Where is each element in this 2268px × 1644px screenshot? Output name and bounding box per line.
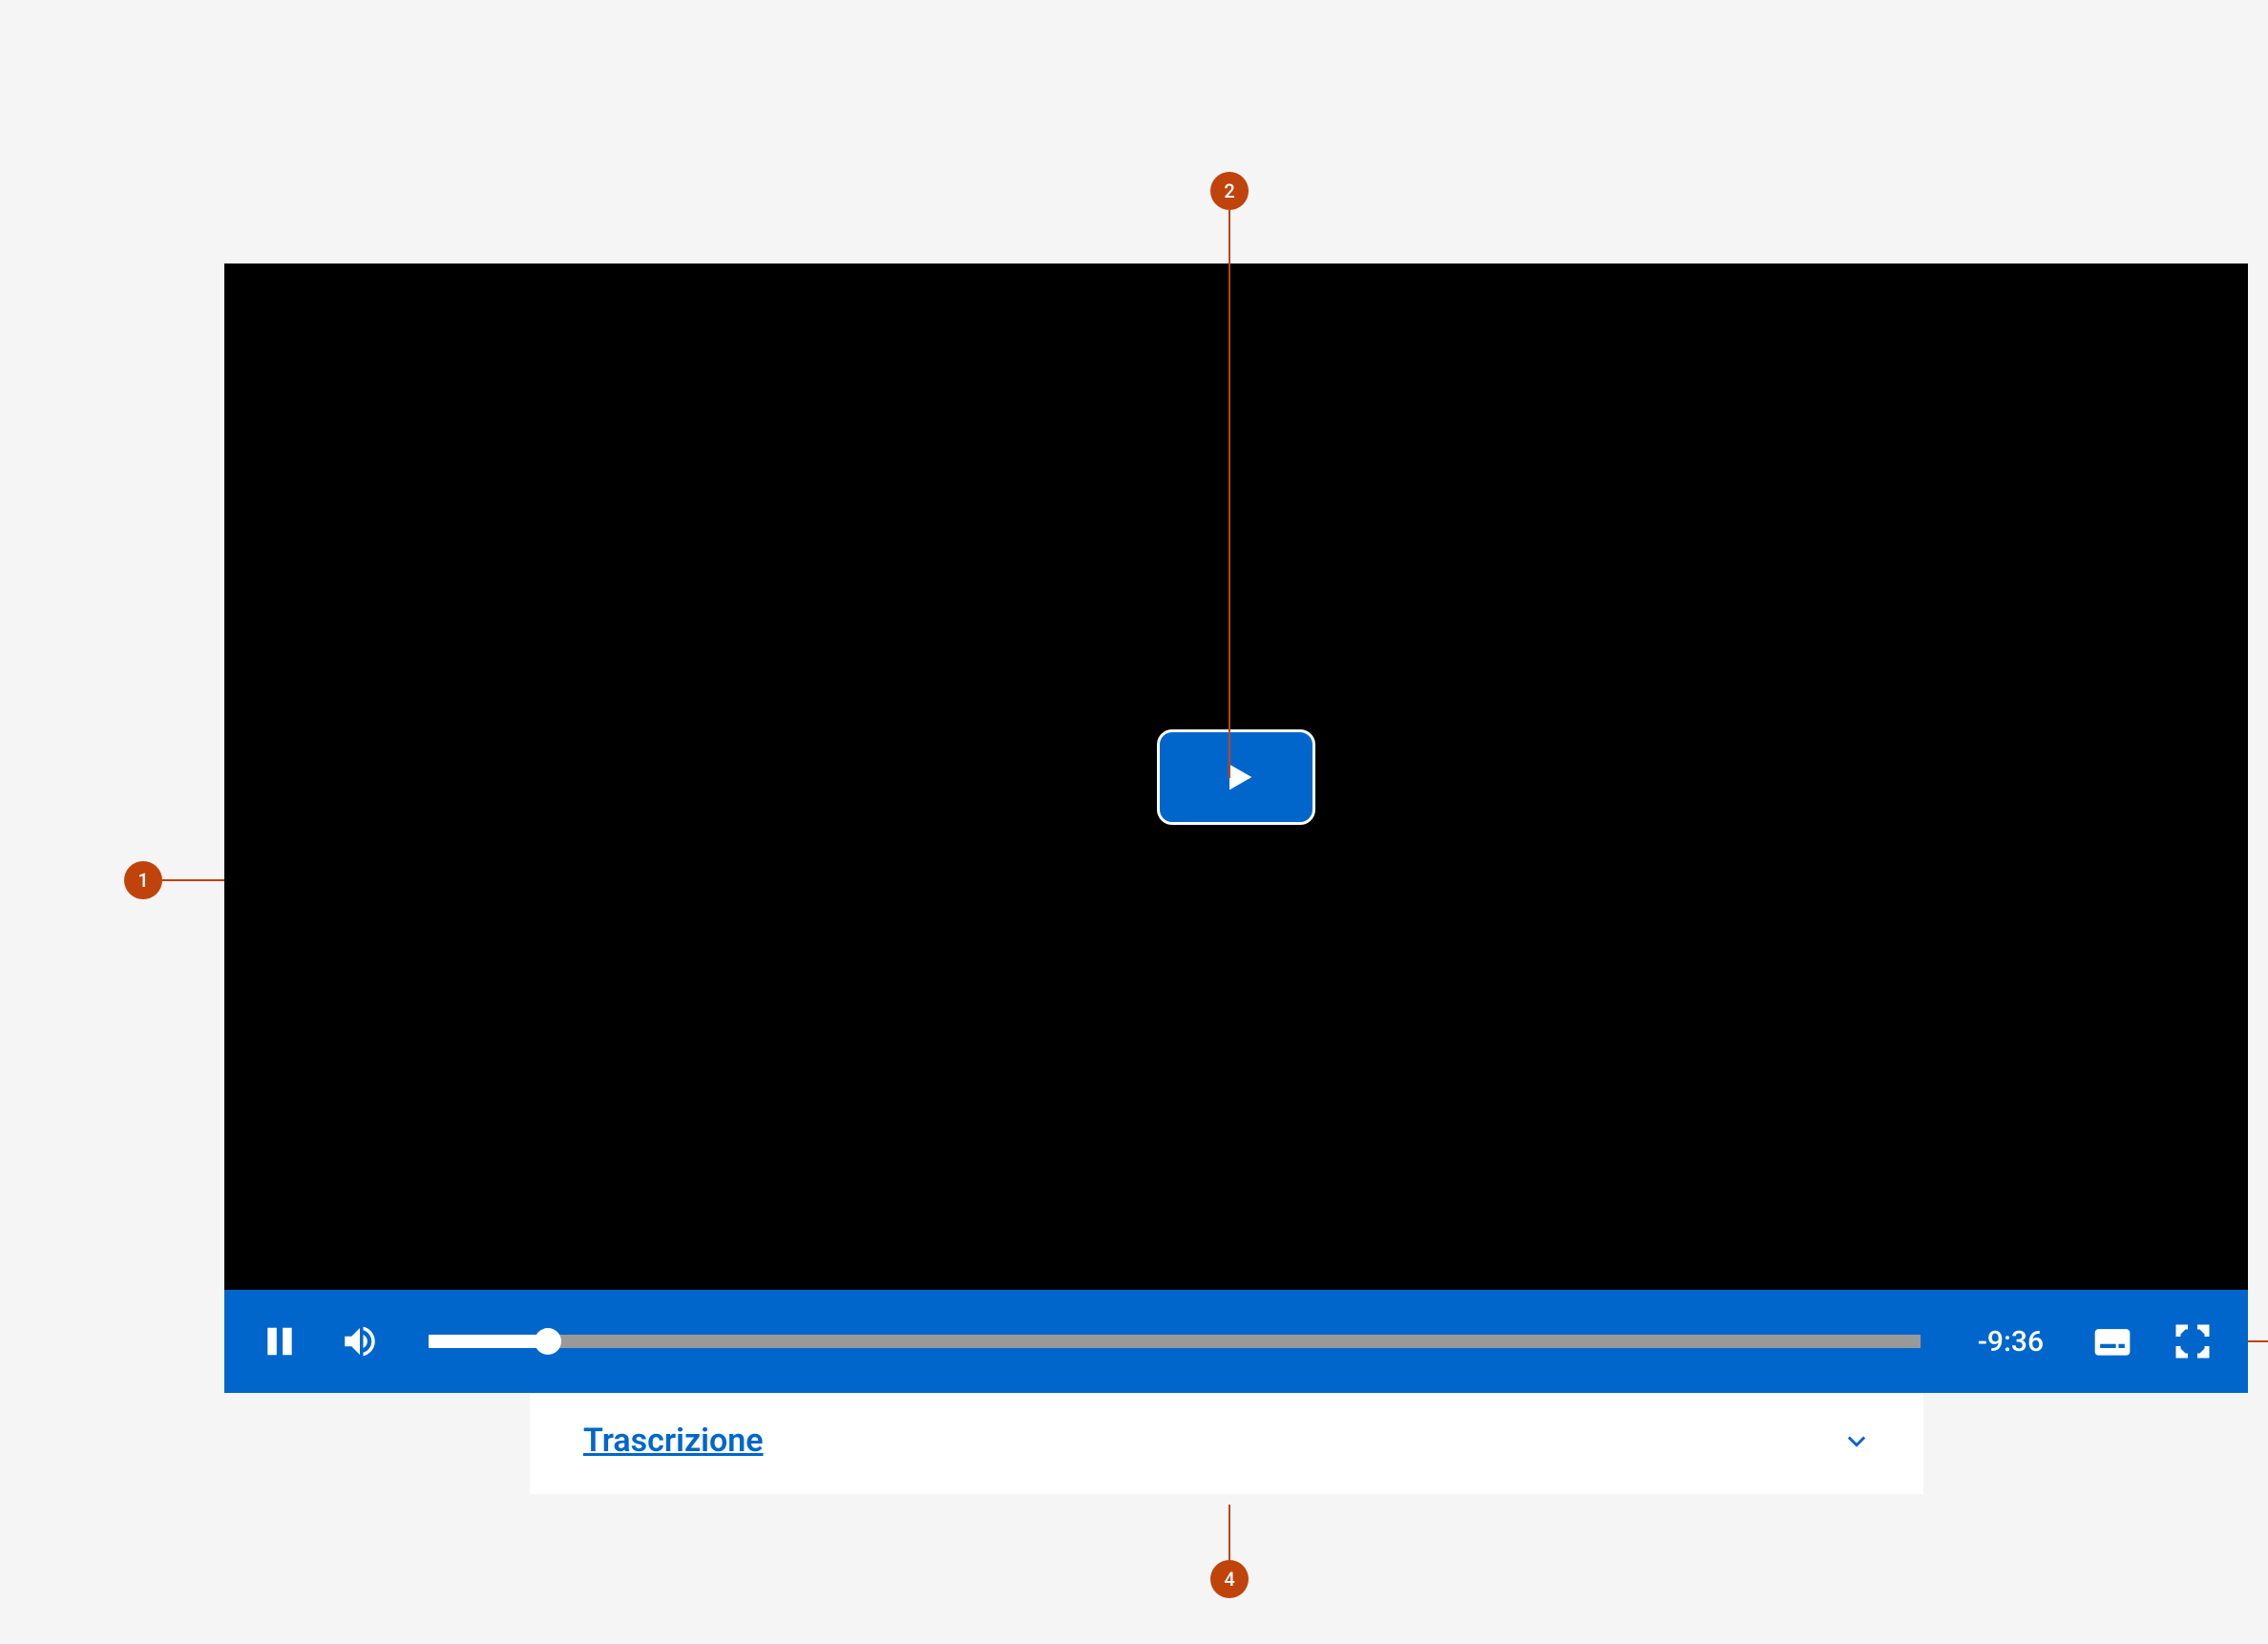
annotation-badge-4: 4 xyxy=(1210,1560,1249,1598)
captions-icon xyxy=(2091,1320,2133,1362)
transcript-panel[interactable]: Trascrizione xyxy=(530,1393,1923,1494)
fullscreen-icon xyxy=(2174,1322,2212,1360)
play-icon xyxy=(1220,758,1258,796)
time-remaining: -9:36 xyxy=(1978,1325,2044,1359)
annotation-line-4 xyxy=(1228,1505,1230,1560)
annotation-line-2 xyxy=(1228,210,1230,778)
controls-bar: -9:36 xyxy=(224,1290,2248,1393)
transcript-link[interactable]: Trascrizione xyxy=(583,1422,764,1460)
captions-button[interactable] xyxy=(2091,1320,2133,1362)
annotation-badge-2: 2 xyxy=(1210,172,1249,210)
annotation-line-3 xyxy=(2248,1340,2268,1342)
progress-played xyxy=(429,1335,548,1348)
volume-button[interactable] xyxy=(339,1320,381,1362)
annotation-badge-1: 1 xyxy=(124,861,162,899)
progress-bar[interactable] xyxy=(429,1335,1921,1348)
pause-button[interactable] xyxy=(259,1320,301,1362)
fullscreen-button[interactable] xyxy=(2172,1320,2214,1362)
big-play-button[interactable] xyxy=(1157,729,1315,825)
video-player xyxy=(224,263,2248,1290)
chevron-down-icon xyxy=(1843,1427,1870,1454)
annotation-line-1 xyxy=(162,879,224,881)
progress-handle[interactable] xyxy=(535,1328,561,1355)
volume-icon xyxy=(340,1321,380,1361)
pause-icon xyxy=(262,1323,298,1359)
